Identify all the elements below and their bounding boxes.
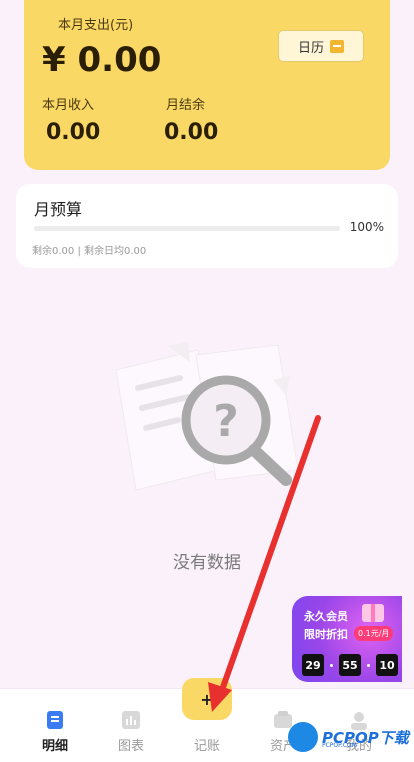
vip-promo-banner[interactable]: 永久会员 限时折扣 0.1元/月 29 55 10 — [292, 596, 402, 682]
balance-amount: 0.00 — [164, 120, 219, 145]
expense-label: 本月支出(元) — [58, 18, 134, 33]
income-label: 本月收入 — [42, 98, 95, 113]
budget-title: 月预算 — [34, 200, 83, 219]
promo-countdown: 29 55 10 — [302, 654, 398, 676]
pcpop-logo-icon — [288, 722, 318, 752]
expense-amount: ¥ 0.00 — [42, 40, 162, 80]
countdown-seconds: 10 — [376, 654, 398, 676]
calendar-label: 日历 — [297, 40, 324, 56]
promo-line2: 限时折扣 — [304, 628, 348, 641]
promo-price: 0.1元/月 — [354, 626, 394, 641]
plus-icon: + — [200, 689, 214, 709]
add-record-button[interactable]: + — [182, 678, 232, 720]
gift-icon — [362, 604, 384, 622]
monthly-budget-card[interactable]: 月预算 100% 剩余0.00 | 剩余日均0.00 — [16, 184, 398, 268]
watermark-subtext: PCPOP.COM — [322, 742, 357, 749]
countdown-separator — [330, 663, 333, 667]
countdown-hours: 29 — [302, 654, 324, 676]
tab-detail[interactable]: 明细 — [20, 689, 90, 762]
tab-label: 图表 — [117, 739, 144, 754]
promo-line1: 永久会员 — [304, 610, 348, 623]
monthly-summary-card: 本月支出(元) ¥ 0.00 日历 本月收入 0.00 月结余 0.00 — [24, 0, 390, 170]
countdown-separator — [367, 663, 370, 667]
empty-state-message: 没有数据 — [173, 553, 241, 573]
budget-remaining: 剩余0.00 | 剩余日均0.00 — [32, 246, 147, 257]
income-amount: 0.00 — [46, 120, 101, 145]
countdown-minutes: 55 — [339, 654, 361, 676]
calendar-button[interactable]: 日历 — [278, 30, 364, 62]
pcpop-watermark: PCPOP下载 PCPOP.COM — [288, 722, 409, 752]
list-detail-icon — [47, 711, 63, 729]
budget-percent: 100% — [349, 220, 384, 234]
empty-documents-icon: ? — [115, 342, 299, 491]
calendar-icon — [330, 39, 344, 53]
balance-label: 月结余 — [166, 98, 206, 113]
tab-label: 明细 — [41, 739, 68, 754]
svg-text:?: ? — [213, 396, 239, 447]
tab-chart[interactable]: 图表 — [96, 689, 166, 762]
budget-progress-fill — [34, 226, 340, 231]
budget-progress-bar — [34, 226, 340, 231]
bar-chart-icon — [122, 711, 140, 729]
tab-label: 记账 — [193, 739, 220, 754]
